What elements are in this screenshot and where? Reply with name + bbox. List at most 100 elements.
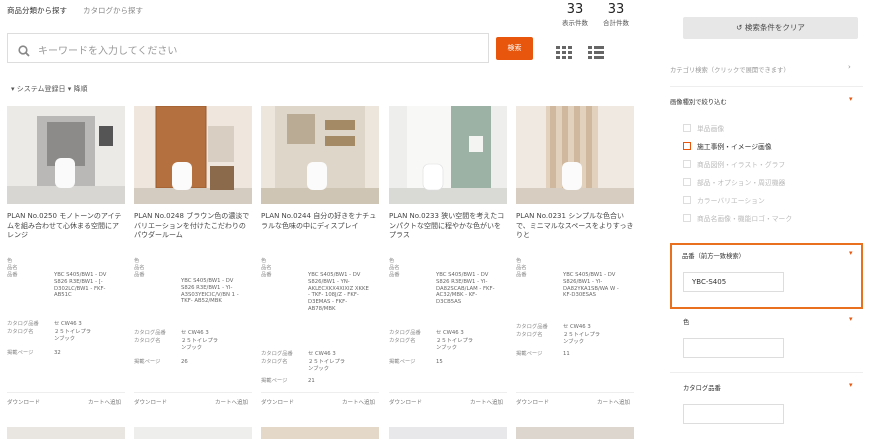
row-value: 15 [436, 359, 443, 365]
meta-color: 色 [7, 258, 13, 264]
row-key: カタログ名 [7, 329, 34, 335]
filter-option-label[interactable]: 商品名画像・機能ロゴ・マーク [697, 213, 792, 223]
filter-option-label[interactable]: 施工事例・イメージ画像 [697, 141, 772, 151]
product-image[interactable] [7, 427, 125, 439]
product-image[interactable] [516, 106, 634, 204]
product-image[interactable] [516, 427, 634, 439]
row-value: 21 [308, 378, 315, 384]
product-title[interactable]: PLAN No.0244 自分の好きをナチュラルな色味の中にディスプレイ [261, 212, 379, 231]
total-count-label: 合計件数 [603, 19, 629, 27]
divider [670, 372, 863, 373]
product-image[interactable] [261, 427, 379, 439]
product-card[interactable]: PLAN No.0250 モノトーンのアイテムを組み合わせて心休まる空間にアレン… [7, 106, 125, 412]
row-key: カタログ品番 [516, 324, 548, 330]
row-key: カタログ名 [389, 338, 416, 344]
download-link[interactable]: ダウンロード [261, 398, 294, 406]
add-to-cart-link[interactable]: カートへ追加 [88, 398, 121, 406]
display-count-value: 33 [566, 2, 584, 17]
add-to-cart-link[interactable]: カートへ追加 [215, 398, 248, 406]
part-code: YBC S405/BW1 - DV S826 R3E/BW1 - [- D302… [54, 272, 107, 299]
total-count-value: 33 [607, 2, 625, 17]
row-value: セ CW46 3 [54, 321, 82, 327]
checkbox[interactable] [683, 214, 691, 222]
chevron-down-icon[interactable]: ▾ [849, 315, 853, 323]
product-title[interactable]: PLAN No.0233 狭い空間を考えたコンパクトな空間に程やかな色がいをプラ… [389, 212, 507, 241]
product-image[interactable] [134, 106, 252, 204]
row-key: 掲載ページ [516, 351, 543, 357]
download-link[interactable]: ダウンロード [7, 398, 40, 406]
filter-option-label[interactable]: カラーバリエーション [697, 195, 765, 205]
part-number-input[interactable]: YBC-S405 [683, 272, 784, 292]
meta-name: 品名 [134, 264, 145, 271]
meta-color: 色 [261, 258, 267, 264]
chevron-right-icon[interactable]: › [848, 63, 851, 71]
part-code: YBC S405/BW1 - DV S826/BW1 - YI- DA82YKA… [563, 272, 619, 299]
color-filter-label: 色 [683, 319, 690, 326]
search-box[interactable]: キーワードを入力してください [7, 33, 489, 63]
filter-option-label[interactable]: 単品画像 [697, 123, 724, 133]
row-key: 掲載ページ [261, 378, 288, 384]
category-search-header[interactable]: カテゴリ検索（クリックで展開できます） [670, 65, 790, 74]
part-code: YBC S405/BW1 - DV S826 R3E/BW1 - YI- A3S… [181, 278, 239, 305]
download-link[interactable]: ダウンロード [516, 398, 549, 406]
product-image[interactable] [389, 427, 507, 439]
catalog-number-input[interactable] [683, 404, 784, 424]
filter-option-label[interactable]: 商品図例・イラスト・グラフ [697, 159, 785, 169]
row-value: ２５トイレプランブック [436, 338, 474, 351]
checkbox[interactable] [683, 178, 691, 186]
row-key: カタログ品番 [134, 330, 166, 336]
meta-name: 品名 [389, 264, 400, 271]
divider [134, 392, 252, 393]
add-to-cart-link[interactable]: カートへ追加 [470, 398, 503, 406]
image-filter-header[interactable]: 画像種別で絞り込む [670, 97, 727, 106]
product-image[interactable] [7, 106, 125, 204]
product-title[interactable]: PLAN No.0248 ブラウン色の濃淡でバリエーションを付けたこだわりのパウ… [134, 212, 252, 241]
chevron-down-icon[interactable]: ▾ [849, 381, 853, 389]
product-card[interactable]: PLAN No.0244 自分の好きをナチュラルな色味の中にディスプレイ 色 品… [261, 106, 379, 412]
part-number-label: 品番（前方一致検索） [682, 253, 745, 260]
catalog-number-filter-label: カタログ品番 [683, 385, 721, 392]
row-value: 32 [54, 350, 61, 356]
meta-name: 品名 [516, 264, 527, 271]
product-title[interactable]: PLAN No.0231 シンプルな色合いで、ミニマルなスペースをよりすっきりと [516, 212, 634, 241]
row-key: カタログ名 [261, 359, 288, 365]
total-count: 33 合計件数 [600, 3, 632, 27]
tab-category[interactable]: 商品分類から探す [7, 5, 67, 16]
product-image[interactable] [261, 106, 379, 204]
row-value: ２５トイレプランブック [563, 332, 601, 345]
product-image[interactable] [389, 106, 507, 204]
add-to-cart-link[interactable]: カートへ追加 [342, 398, 375, 406]
list-view-icon[interactable] [588, 44, 604, 59]
chevron-down-icon[interactable]: ▾ [849, 249, 853, 257]
add-to-cart-link[interactable]: カートへ追加 [597, 398, 630, 406]
filter-option-label[interactable]: 部品・オプション・周辺機器 [697, 177, 785, 187]
sort-selector[interactable]: ▾ システム登録日 ▾ 降順 [11, 84, 88, 94]
download-link[interactable]: ダウンロード [134, 398, 167, 406]
checkbox[interactable] [683, 124, 691, 132]
checkbox-checked[interactable] [683, 142, 691, 150]
row-key: カタログ品番 [7, 321, 39, 327]
clear-filters-button[interactable]: ↺ 検索条件をクリア [683, 17, 858, 39]
grid-view-icon[interactable] [556, 44, 572, 59]
product-title[interactable]: PLAN No.0250 モノトーンのアイテムを組み合わせて心休まる空間にアレン… [7, 212, 125, 241]
product-card[interactable]: PLAN No.0231 シンプルな色合いで、ミニマルなスペースをよりすっきりと… [516, 106, 634, 412]
row-value: 26 [181, 359, 188, 365]
row-value: セ CW46 3 [181, 330, 209, 336]
row-key: カタログ品番 [389, 330, 421, 336]
product-card[interactable]: PLAN No.0233 狭い空間を考えたコンパクトな空間に程やかな色がいをプラ… [389, 106, 507, 412]
checkbox[interactable] [683, 196, 691, 204]
color-input[interactable] [683, 338, 784, 358]
search-input[interactable]: キーワードを入力してください [38, 42, 177, 57]
meta-name: 品名 [7, 264, 18, 271]
product-card[interactable]: PLAN No.0248 ブラウン色の濃淡でバリエーションを付けたこだわりのパウ… [134, 106, 252, 412]
meta-labels: 色 品名 品番 [134, 258, 252, 278]
product-image[interactable] [134, 427, 252, 439]
chevron-down-icon[interactable]: ▾ [849, 95, 853, 103]
checkbox[interactable] [683, 160, 691, 168]
part-code: YBC S405/BW1 - DV S826/BW1 - YN- AKLECXK… [308, 272, 369, 312]
display-count: 33 表示件数 [559, 3, 591, 27]
download-link[interactable]: ダウンロード [389, 398, 422, 406]
tab-catalog[interactable]: カタログから探す [83, 5, 143, 16]
search-button[interactable]: 検索 [496, 37, 533, 60]
row-key: カタログ品番 [261, 351, 293, 357]
